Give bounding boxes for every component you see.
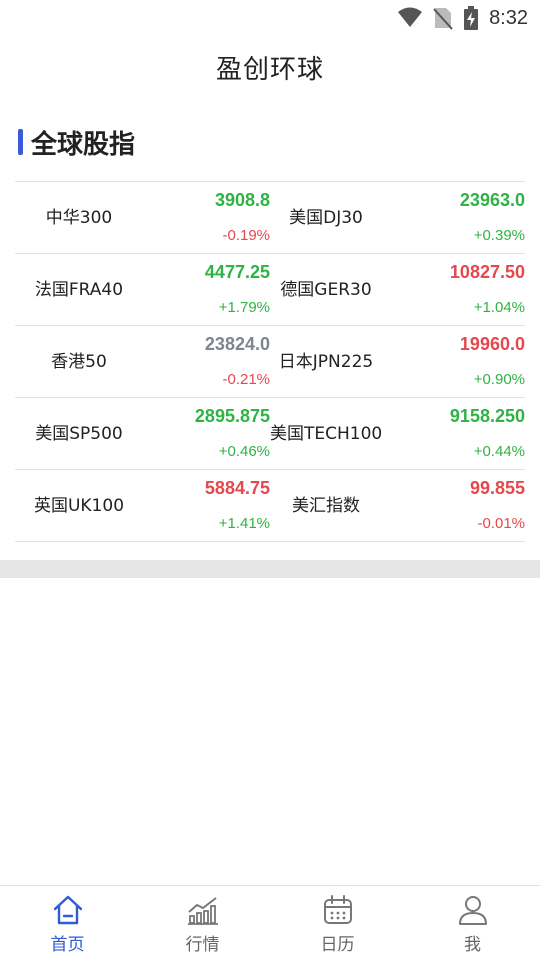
index-change: +0.39% (473, 227, 525, 244)
index-row: 美国SP500 2895.875 +0.46% 美国TECH100 9158.2… (15, 398, 525, 470)
page-title: 盈创环球 (215, 54, 324, 85)
index-change: +1.41% (218, 515, 270, 532)
clock: 8:32 (489, 6, 528, 29)
tab-market[interactable]: 行情 (135, 886, 270, 960)
chart-icon (187, 897, 218, 925)
calendar-icon (323, 895, 352, 924)
section-title: 全球股指 (31, 129, 136, 160)
index-price: 10827.50 (449, 262, 525, 282)
index-change: -0.01% (477, 515, 525, 532)
index-price: 9158.250 (449, 406, 525, 426)
home-icon (53, 895, 82, 925)
index-name: 德国GER30 (280, 280, 372, 300)
index-price: 99.855 (469, 478, 525, 498)
battery-charging-icon (464, 6, 479, 30)
index-price: 3908.8 (214, 190, 270, 210)
index-name: 法国FRA40 (34, 280, 124, 300)
tab-label: 首页 (50, 935, 85, 955)
index-cell[interactable]: 中华300 3908.8 -0.19% (15, 182, 270, 253)
bottom-tab-bar: 首页 行情 日历 我 (0, 885, 540, 960)
index-name: 香港50 (51, 352, 107, 372)
tab-label: 行情 (185, 935, 220, 955)
index-name: 美国DJ30 (289, 208, 363, 228)
index-name: 中华300 (45, 208, 113, 228)
section-accent-bar (18, 129, 23, 155)
index-cell[interactable]: 英国UK100 5884.75 +1.41% (15, 470, 270, 541)
user-icon (458, 896, 487, 925)
index-row: 法国FRA40 4477.25 +1.79% 德国GER30 10827.50 … (15, 254, 525, 326)
index-row: 香港50 23824.0 -0.21% 日本JPN225 19960.0 +0.… (15, 326, 525, 398)
index-change: +1.04% (473, 299, 525, 316)
index-cell[interactable]: 美汇指数 99.855 -0.01% (270, 470, 525, 541)
index-grid: 中华300 3908.8 -0.19% 美国DJ30 23963.0 +0.39… (15, 181, 525, 542)
status-bar: 8:32 (0, 0, 540, 36)
section-divider (0, 560, 540, 578)
index-row: 中华300 3908.8 -0.19% 美国DJ30 23963.0 +0.39… (15, 182, 525, 254)
index-cell[interactable]: 美国DJ30 23963.0 +0.39% (270, 182, 525, 253)
index-name: 英国UK100 (33, 496, 125, 516)
index-change: -0.21% (222, 371, 270, 388)
index-cell[interactable]: 美国SP500 2895.875 +0.46% (15, 398, 270, 469)
index-name: 美汇指数 (292, 496, 360, 516)
index-price: 4477.25 (204, 262, 270, 282)
index-cell[interactable]: 美国TECH100 9158.250 +0.44% (270, 398, 525, 469)
index-price: 19960.0 (459, 334, 525, 354)
index-price: 23963.0 (459, 190, 525, 210)
tab-label: 日历 (320, 935, 355, 955)
index-name: 美国TECH100 (270, 424, 383, 444)
tab-home[interactable]: 首页 (0, 886, 135, 960)
index-change: -0.19% (222, 227, 270, 244)
wifi-icon (398, 7, 423, 27)
index-cell[interactable]: 德国GER30 10827.50 +1.04% (270, 254, 525, 325)
app-bar: 盈创环球 (0, 36, 540, 98)
index-name: 美国SP500 (35, 424, 123, 444)
no-sim-icon (433, 8, 453, 30)
index-change: +1.79% (218, 299, 270, 316)
index-change: +0.46% (218, 443, 270, 460)
index-price: 2895.875 (194, 406, 270, 426)
tab-me[interactable]: 我 (405, 886, 540, 960)
index-cell[interactable]: 法国FRA40 4477.25 +1.79% (15, 254, 270, 325)
index-cell[interactable]: 日本JPN225 19960.0 +0.90% (270, 326, 525, 397)
index-price: 5884.75 (204, 478, 270, 498)
index-name: 日本JPN225 (278, 352, 374, 372)
index-cell[interactable]: 香港50 23824.0 -0.21% (15, 326, 270, 397)
index-change: +0.90% (473, 371, 525, 388)
tab-label: 我 (464, 935, 481, 955)
section-header: 全球股指 (18, 118, 135, 166)
index-row: 英国UK100 5884.75 +1.41% 美汇指数 99.855 -0.01… (15, 470, 525, 542)
tab-calendar[interactable]: 日历 (270, 886, 405, 960)
index-change: +0.44% (473, 443, 525, 460)
index-price: 23824.0 (204, 334, 270, 354)
